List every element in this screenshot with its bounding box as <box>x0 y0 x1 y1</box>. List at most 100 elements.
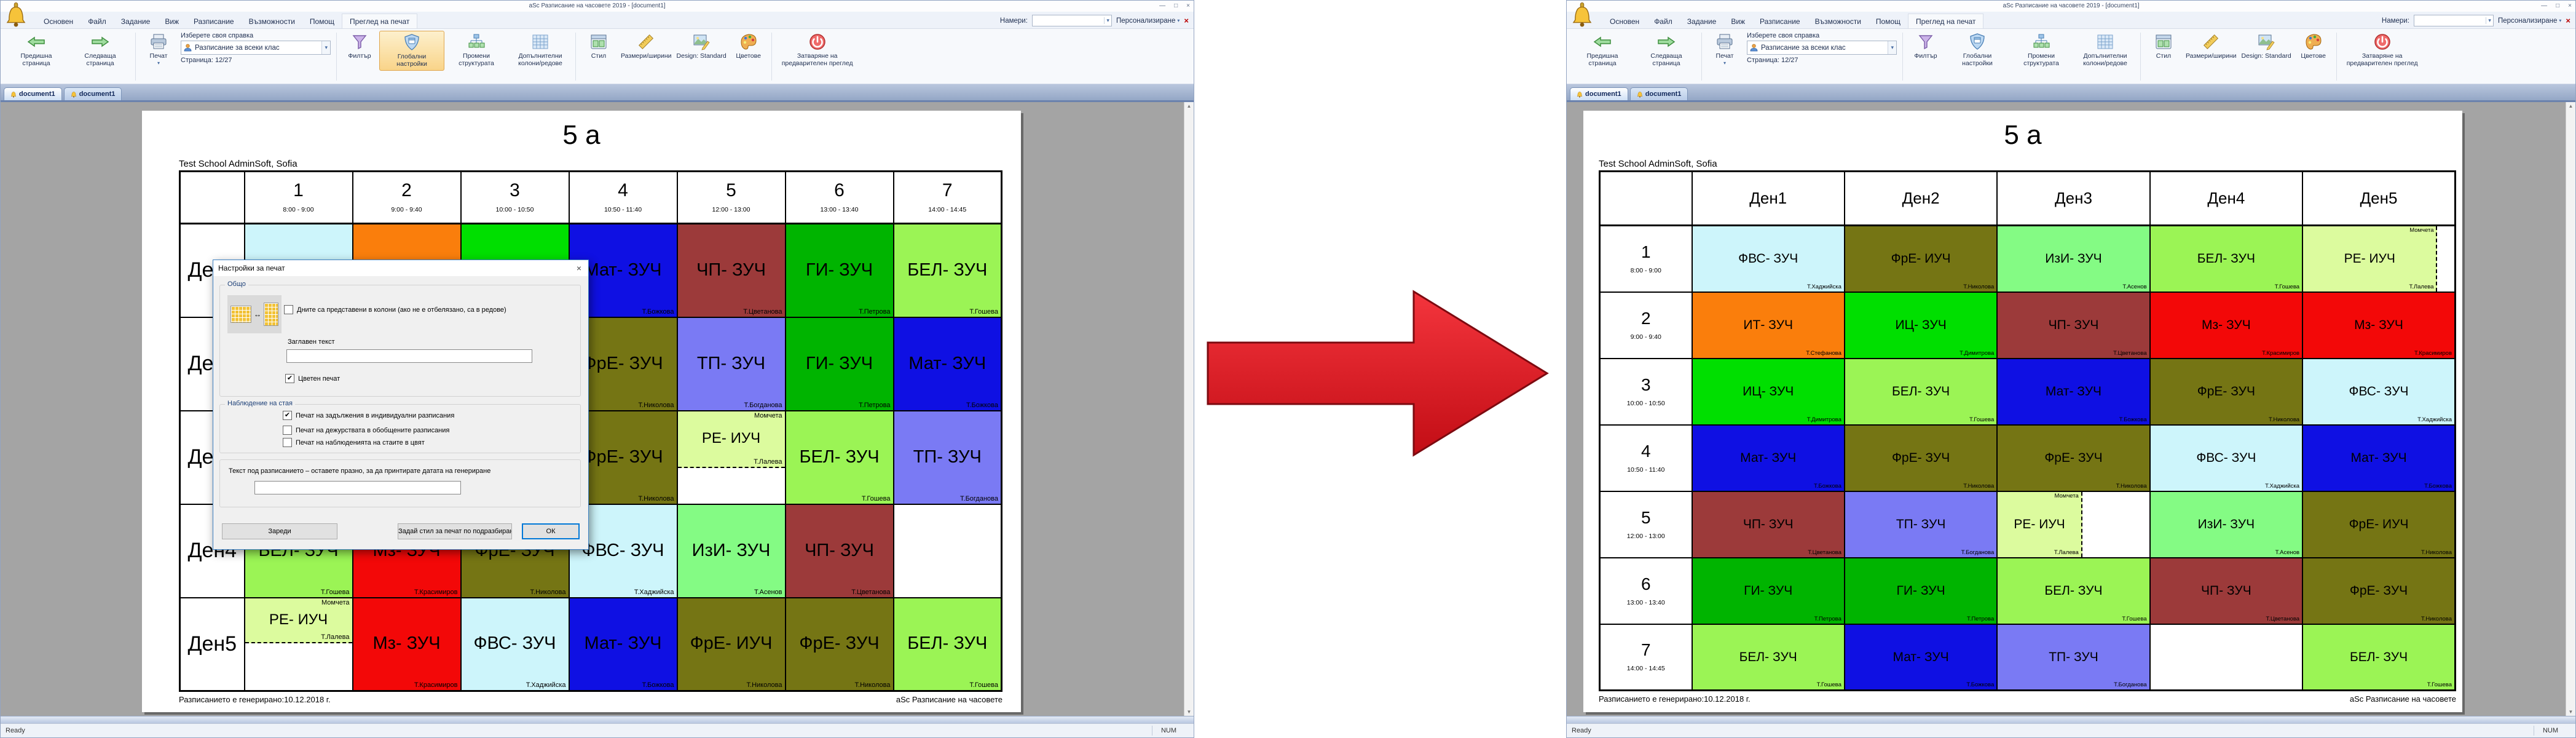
horizontal-scrollbar[interactable] <box>1567 716 2575 723</box>
ribbon-tab[interactable]: Виж <box>157 14 186 28</box>
ribbon-tab-row: ОсновенФайлЗаданиеВижРазписаниеВъзможнос… <box>1567 12 2575 29</box>
restore-icon[interactable]: □ <box>2556 1 2559 11</box>
ribbon-tab[interactable]: Възможности <box>1808 14 1869 28</box>
ribbon-tab[interactable]: Файл <box>81 14 114 28</box>
minimize-icon[interactable]: — <box>2541 1 2547 11</box>
load-button[interactable]: Зареди <box>222 523 337 539</box>
design-button[interactable]: Design: Standard <box>674 31 729 62</box>
set-default-style-button[interactable]: Задай стил за печат по подразбиране <box>398 523 512 539</box>
lesson-cell: БЕЛ- ЗУЧТ.Гошева <box>2302 624 2455 691</box>
subject-label: ИзИ- ЗУЧ <box>678 505 785 597</box>
ribbon-tab[interactable]: Помощ <box>302 14 342 28</box>
vertical-scrollbar[interactable]: ▲ ▼ <box>1184 102 1194 716</box>
restore-icon[interactable]: □ <box>1174 1 1178 11</box>
ribbon-tab[interactable]: Основен <box>36 14 81 28</box>
colors-button[interactable]: Цветове <box>729 31 768 62</box>
extra-columns-button[interactable]: Допълнителни колони/редове <box>508 31 572 69</box>
extra-columns-button[interactable]: Допълнителни колони/редове <box>2073 31 2137 69</box>
change-structure-button[interactable]: Промени структурата <box>2009 31 2073 69</box>
customize-menu[interactable]: Персонализиране▾ <box>1116 17 1180 25</box>
scroll-down-icon[interactable]: ▼ <box>1187 709 1192 715</box>
change-structure-button[interactable]: Промени структурата <box>444 31 508 69</box>
ribbon-tab[interactable]: Задание <box>1680 14 1724 28</box>
style-button[interactable]: Стил <box>579 31 618 62</box>
scroll-up-icon[interactable]: ▲ <box>2569 103 2574 109</box>
minimize-icon[interactable]: — <box>1159 1 1165 11</box>
next-page-button[interactable]: Следваща страница <box>68 31 132 69</box>
supervisions-checkbox[interactable] <box>283 426 292 435</box>
lesson-cell: ФВС- ЗУЧТ.Хаджийска <box>2302 359 2455 425</box>
close-preview-button[interactable]: Затваряне на предварителен преглед <box>2340 31 2425 69</box>
teacher-label: Т.Николова <box>1963 284 1994 290</box>
global-settings-button[interactable]: Глобални настройки <box>379 31 444 71</box>
ribbon: Предишна страница Следваща страница Печа… <box>1567 29 2575 84</box>
ruler-icon <box>636 33 656 51</box>
ok-button[interactable]: ОК <box>522 523 580 539</box>
lesson-cell: БЕЛ- ЗУЧТ.Гошева <box>894 224 1002 317</box>
ribbon-tab[interactable]: Възможности <box>242 14 302 28</box>
document-tab[interactable]: document1 <box>1570 87 1628 100</box>
days-in-columns-checkbox[interactable] <box>284 305 293 314</box>
filter-button[interactable]: Филтър <box>1906 31 1945 62</box>
title-text-input[interactable] <box>286 349 532 363</box>
print-button[interactable]: Печат ▾ <box>139 31 178 68</box>
window-close-icon[interactable]: × <box>1186 1 1190 11</box>
ribbon-tab[interactable]: Виж <box>1723 14 1752 28</box>
filter-button[interactable]: Филтър <box>340 31 379 62</box>
scroll-down-icon[interactable]: ▼ <box>2569 709 2574 715</box>
ribbon-tab[interactable]: Файл <box>1647 14 1680 28</box>
find-combobox[interactable]: ▾ <box>2414 15 2494 26</box>
horizontal-scrollbar[interactable] <box>1 716 1194 723</box>
ribbon-tab[interactable]: Разписание <box>1752 14 1808 28</box>
previous-page-button[interactable]: Предишна страница <box>1570 31 1634 69</box>
ribbon-tab[interactable]: Основен <box>1602 14 1647 28</box>
scroll-up-icon[interactable]: ▲ <box>1187 103 1192 109</box>
duties-checkbox[interactable] <box>283 411 292 420</box>
find-combobox[interactable]: ▾ <box>1032 15 1112 26</box>
lesson-cell: ФВС- ЗУЧТ.Хаджийска <box>461 598 569 691</box>
ribbon-tab[interactable]: Помощ <box>1869 14 1908 28</box>
color-print-checkbox[interactable] <box>285 374 294 383</box>
lesson-cell: ЧП- ЗУЧТ.Цветанова <box>1997 292 2149 359</box>
sizes-widths-button[interactable]: Размери/ширини <box>2183 31 2239 62</box>
report-combobox[interactable]: Разписание за всеки клас ▾ <box>1747 41 1897 55</box>
print-preview-area: 5 а Test School AdminSoft, Sofia Ден1Ден… <box>1567 102 2575 716</box>
picture-pencil-icon <box>2256 33 2276 51</box>
close-find-icon[interactable]: × <box>2566 16 2570 25</box>
lesson-cell: ТП- ЗУЧТ.Богданова <box>677 317 786 411</box>
close-find-icon[interactable]: × <box>1184 16 1189 25</box>
previous-page-button[interactable]: Предишна страница <box>4 31 68 69</box>
teacher-label: Т.Николова <box>2116 483 2147 490</box>
sizes-widths-button[interactable]: Размери/ширини <box>618 31 674 62</box>
document-tab[interactable]: document1 <box>4 87 62 100</box>
vertical-scrollbar[interactable]: ▲ ▼ <box>2566 102 2575 716</box>
global-settings-button[interactable]: Глобални настройки <box>1945 31 2009 69</box>
window-close-icon[interactable]: × <box>2568 1 2572 11</box>
report-combobox[interactable]: Разписание за всеки клас ▾ <box>181 41 331 55</box>
lesson-cell: БЕЛ- ЗУЧТ.Гошева <box>894 598 1002 691</box>
teacher-label: Т.Николова <box>1963 483 1994 490</box>
subject-label: ИзИ- ЗУЧ <box>2151 492 2302 557</box>
style-button[interactable]: Стил <box>2144 31 2183 62</box>
dialog-close-icon[interactable]: × <box>570 263 588 273</box>
ribbon-tab[interactable]: Преглед на печат <box>1908 14 1983 28</box>
close-preview-button[interactable]: Затваряне на предварителен преглед <box>775 31 860 69</box>
chevron-down-icon: ▾ <box>1888 41 1896 54</box>
ribbon-tab[interactable]: Задание <box>114 14 158 28</box>
footer-text-input[interactable] <box>254 481 461 494</box>
ribbon-tab[interactable]: Разписание <box>186 14 242 28</box>
document-tab[interactable]: document1 <box>1630 87 1688 100</box>
document-tab[interactable]: document1 <box>64 87 122 100</box>
lesson-cell: Мз- ЗУЧТ.Красимиров <box>2150 292 2302 359</box>
teacher-label: Т.Красимиров <box>414 589 458 596</box>
lesson-cell: ФрЕ- ИУЧТ.Николова <box>1845 226 1997 292</box>
colors-button[interactable]: Цветове <box>2294 31 2333 62</box>
subject-label: БЕЛ- ЗУЧ <box>1845 359 1996 424</box>
design-button[interactable]: Design: Standard <box>2239 31 2294 62</box>
customize-menu[interactable]: Персонализиране▾ <box>2498 17 2561 25</box>
print-button[interactable]: Печат ▾ <box>1705 31 1744 68</box>
next-page-button[interactable]: Следваща страница <box>1634 31 1698 69</box>
grid-icon <box>530 33 550 51</box>
ribbon-tab[interactable]: Преглед на печат <box>342 14 417 28</box>
room-color-checkbox[interactable] <box>283 438 292 447</box>
